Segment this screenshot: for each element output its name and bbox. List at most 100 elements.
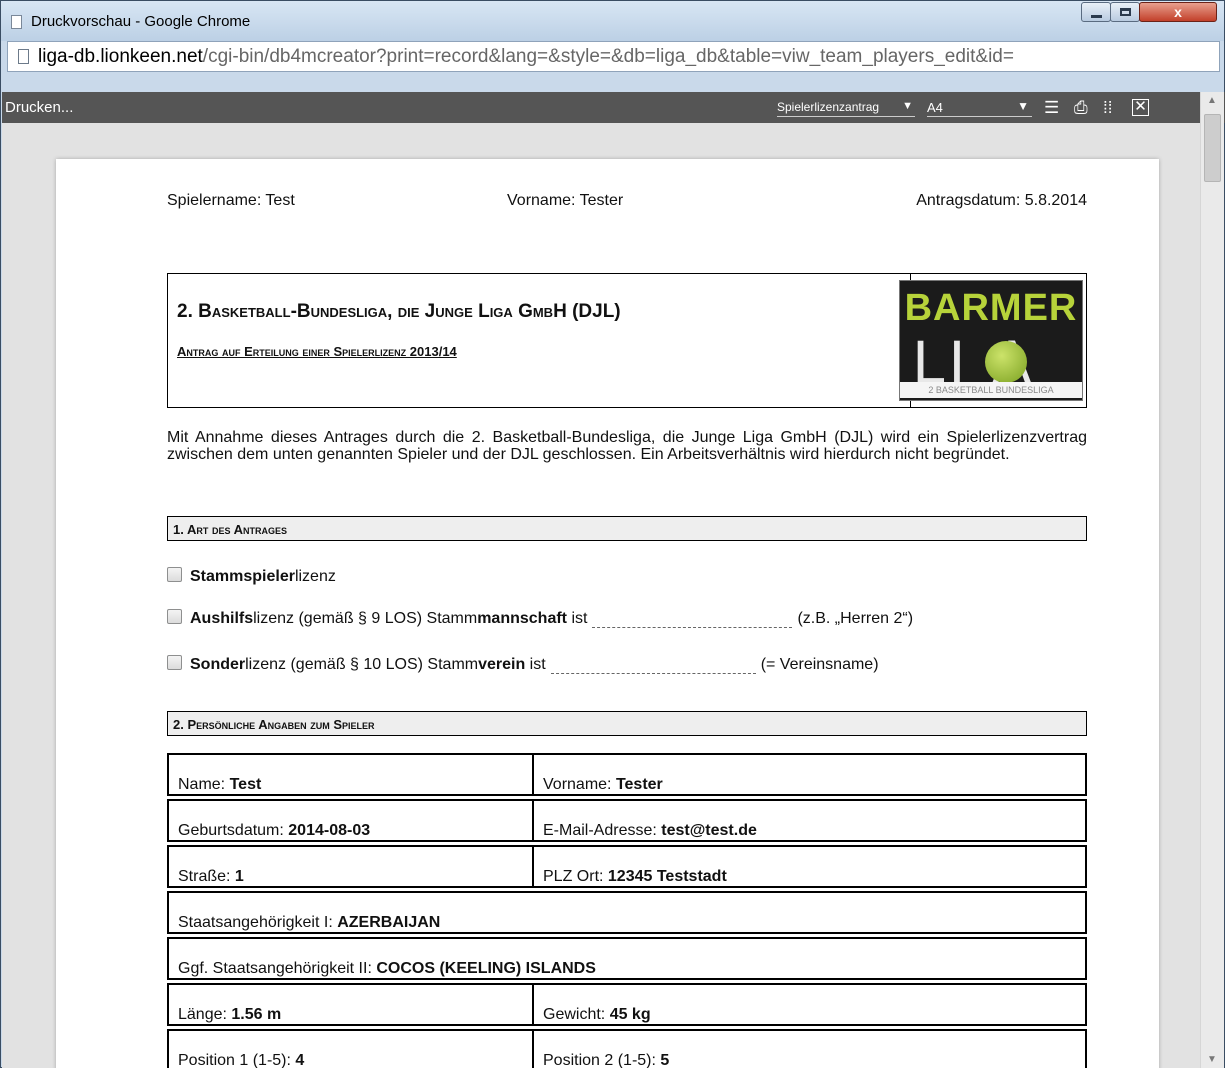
section-heading-2: 2. Persönliche Angaben zum Spieler [167, 711, 1087, 736]
url-host: liga-db.lionkeen.net [38, 46, 203, 67]
template-select[interactable]: Spielerlizenzantrag ▼ [777, 100, 915, 117]
option-label: lizenz [294, 568, 336, 585]
league-logo: BARMER LI A 2 BASKETBALL BUNDESLIGA [899, 280, 1083, 401]
checkbox-stammspieler[interactable] [167, 567, 182, 582]
option-label-bold: mannschaft [477, 610, 567, 627]
field-value: 1 [234, 868, 244, 885]
print-toolbar: Drucken... Spielerlizenzantrag ▼ A4 ▼ ☰ ⎙ … [2, 92, 1225, 123]
player-firstname: Vorname: Tester [507, 192, 624, 209]
option-label: lizenz (gemäß § 10 LOS) Stamm [245, 656, 479, 673]
field-staatsangehoerigkeit-1: Staatsangehörigkeit I: AZERBAIJAN [167, 891, 1087, 934]
minimize-icon [1091, 15, 1102, 18]
address-bar[interactable]: liga-db.lionkeen.net/cgi-bin/db4mcreator… [7, 41, 1220, 72]
close-button[interactable]: x [1139, 2, 1217, 22]
document-subtitle: Antrag auf Erteilung einer Spielerlizenz… [177, 344, 457, 359]
print-preview-area: Spielername: Test Vorname: Tester Antrag… [2, 123, 1200, 1068]
field-value: test@test.de [661, 822, 757, 839]
field-gewicht: Gewicht: 45 kg [532, 983, 1087, 1026]
header-info-row: Spielername: Test Vorname: Tester Antrag… [167, 192, 1087, 212]
page-icon [18, 49, 29, 64]
title-box: 2. Basketball-Bundesliga, die Junge Liga… [167, 273, 1087, 408]
browser-window: Druckvorschau - Google Chrome x liga-db.… [0, 0, 1225, 1068]
request-date: Antragsdatum: 5.8.2014 [916, 192, 1087, 209]
field-label: Name: [178, 776, 230, 793]
field-label: Position 2 (1-5): [543, 1052, 661, 1068]
document-title: 2. Basketball-Bundesliga, die Junge Liga… [177, 301, 621, 322]
option-label-bold: Sonder [190, 656, 246, 673]
field-geburtsdatum: Geburtsdatum: 2014-08-03 [167, 799, 534, 842]
paper-size-select[interactable]: A4 ▼ [927, 99, 1032, 117]
close-icon: x [1174, 4, 1182, 20]
url-path: /cgi-bin/db4mcreator?print=record&lang=&… [202, 46, 1014, 67]
option-sonder: Sonderlizenz (gemäß § 10 LOS) Stammverei… [167, 651, 879, 674]
field-value: 12345 Teststadt [607, 868, 727, 885]
print-button[interactable]: Drucken... [5, 99, 73, 116]
paper-size-value: A4 [927, 100, 943, 115]
field-value: 2014-08-03 [288, 822, 371, 839]
option-label-bold: Stammspieler [190, 568, 295, 585]
field-value: 5 [660, 1052, 670, 1068]
page-setup-icon[interactable]: ☰ [1044, 98, 1059, 118]
url-text[interactable]: liga-db.lionkeen.net/cgi-bin/db4mcreator… [38, 46, 1218, 68]
option-label-bold: Aushilfs [190, 610, 254, 627]
checkbox-sonder[interactable] [167, 655, 182, 670]
option-hint: (z.B. „Herren 2“) [797, 610, 914, 627]
option-label: ist [525, 656, 546, 673]
chevron-down-icon: ▼ [902, 100, 913, 112]
stammverein-input[interactable] [550, 651, 756, 674]
field-value: Test [229, 776, 262, 793]
title-bar: Druckvorschau - Google Chrome x [1, 1, 1224, 41]
document-icon [11, 15, 22, 29]
intro-text: Mit Annahme dieses Antrages durch die 2.… [167, 429, 1087, 463]
close-preview-icon[interactable]: ✕ [1132, 99, 1149, 116]
field-vorname: Vorname: Tester [532, 753, 1087, 796]
scrollbar-thumb[interactable] [1204, 114, 1221, 182]
basketball-icon [985, 341, 1027, 383]
option-label: lizenz (gemäß § 9 LOS) Stamm [253, 610, 478, 627]
field-label: PLZ Ort: [543, 868, 608, 885]
scroll-down-icon[interactable]: ▼ [1207, 1054, 1217, 1065]
option-aushilfs: Aushilfslizenz (gemäß § 9 LOS) Stammmann… [167, 605, 913, 628]
field-position-2: Position 2 (1-5): 5 [532, 1029, 1087, 1068]
field-label: Länge: [178, 1006, 232, 1023]
section-heading-1: 1. Art des Antrages [167, 516, 1087, 541]
field-label: Straße: [178, 868, 235, 885]
player-name: Spielername: Test [167, 192, 295, 209]
field-value: 1.56 m [231, 1006, 282, 1023]
vertical-scrollbar[interactable]: ▲ ▼ [1200, 92, 1224, 1068]
maximize-icon [1120, 8, 1131, 16]
option-hint: (= Vereinsname) [760, 656, 879, 673]
checkbox-aushilfs[interactable] [167, 609, 182, 624]
option-stammspieler: Stammspielerlizenz [167, 567, 336, 586]
field-email: E-Mail-Adresse: test@test.de [532, 799, 1087, 842]
field-value: 45 kg [609, 1006, 651, 1023]
field-strasse: Straße: 1 [167, 845, 534, 888]
stammmannschaft-input[interactable] [592, 605, 793, 628]
field-name: Name: Test [167, 753, 534, 796]
field-label: E-Mail-Adresse: [543, 822, 662, 839]
minimize-button[interactable] [1081, 2, 1111, 22]
template-select-value: Spielerlizenzantrag [777, 100, 880, 114]
logo-line1: BARMER [904, 287, 1078, 329]
page-sheet: Spielername: Test Vorname: Tester Antrag… [56, 159, 1159, 1068]
field-position-1: Position 1 (1-5): 4 [167, 1029, 534, 1068]
field-label: Geburtsdatum: [178, 822, 289, 839]
chevron-down-icon: ▼ [1017, 99, 1029, 113]
columns-icon[interactable]: ⁞⁞ [1103, 98, 1112, 118]
field-value: COCOS (KEELING) ISLANDS [376, 960, 596, 977]
field-value: Tester [615, 776, 663, 793]
field-value: 4 [295, 1052, 305, 1068]
printer-icon[interactable]: ⎙ [1074, 98, 1088, 118]
window-title: Druckvorschau - Google Chrome [31, 13, 251, 30]
field-value: AZERBAIJAN [337, 914, 441, 931]
option-label: ist [567, 610, 588, 627]
field-label: Ggf. Staatsangehörigkeit II: [178, 960, 377, 977]
logo-line3: 2 BASKETBALL BUNDESLIGA [900, 382, 1082, 398]
field-label: Vorname: [543, 776, 616, 793]
scroll-up-icon[interactable]: ▲ [1207, 95, 1217, 106]
field-staatsangehoerigkeit-2: Ggf. Staatsangehörigkeit II: COCOS (KEEL… [167, 937, 1087, 980]
field-laenge: Länge: 1.56 m [167, 983, 534, 1026]
maximize-button[interactable] [1110, 2, 1140, 22]
field-label: Staatsangehörigkeit I: [178, 914, 338, 931]
option-label-bold: verein [478, 656, 526, 673]
